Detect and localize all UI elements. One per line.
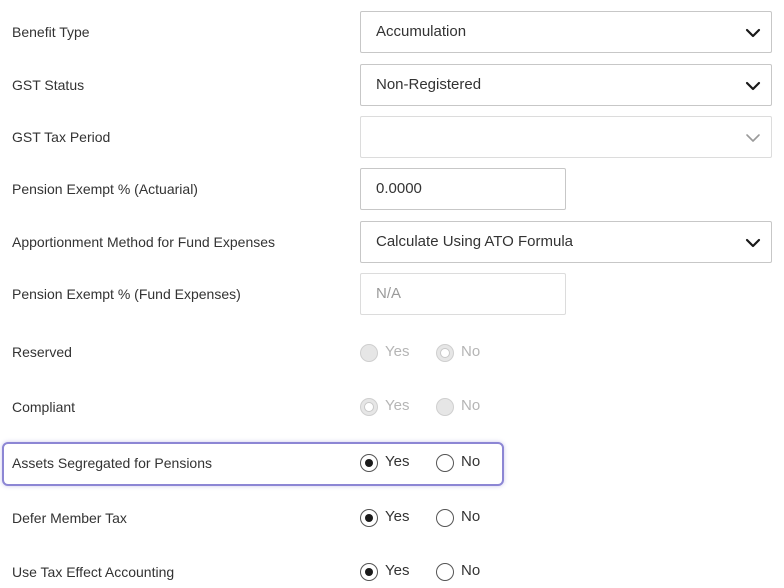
gst-status-select[interactable]: Non-Registered <box>360 64 772 106</box>
benefit-type-value: Accumulation <box>376 23 467 40</box>
chevron-down-icon <box>745 81 761 91</box>
radio-dot <box>365 514 373 522</box>
pension-exempt-actuarial-value: 0.0000 <box>376 180 422 197</box>
reserved-label: Reserved <box>12 344 72 360</box>
defer-member-tax-label: Defer Member Tax <box>12 510 127 526</box>
gst-tax-period-select[interactable] <box>360 116 772 158</box>
chevron-down-icon <box>745 28 761 38</box>
benefit-type-select[interactable]: Accumulation <box>360 11 772 53</box>
radio-dot <box>365 568 373 576</box>
radio-dot <box>440 348 450 358</box>
pension-exempt-fund-expenses-value: N/A <box>376 285 402 302</box>
reserved-yes-label: Yes <box>385 343 410 360</box>
pension-exempt-actuarial-label: Pension Exempt % (Actuarial) <box>12 181 198 197</box>
defer-member-tax-yes-label: Yes <box>385 508 410 525</box>
gst-status-label: GST Status <box>12 77 85 93</box>
defer-member-tax-no-label: No <box>461 508 481 525</box>
radio-dot <box>365 459 373 467</box>
gst-tax-period-label: GST Tax Period <box>12 129 111 145</box>
reserved-no-label: No <box>461 343 481 360</box>
benefit-type-label: Benefit Type <box>12 24 90 40</box>
radio-circle <box>360 509 378 527</box>
compliant-yes-label: Yes <box>385 397 410 414</box>
radio-circle <box>360 344 378 362</box>
pension-exempt-fund-expenses-label: Pension Exempt % (Fund Expenses) <box>12 286 241 302</box>
radio-circle <box>436 398 454 416</box>
tax-effect-accounting-no-label: No <box>461 562 481 579</box>
chevron-down-icon <box>746 134 760 142</box>
tax-effect-accounting-label: Use Tax Effect Accounting <box>12 564 175 580</box>
tax-effect-accounting-yes-label: Yes <box>385 562 410 579</box>
assets-segregated-no-label: No <box>461 453 481 470</box>
chevron-down-icon <box>745 238 761 248</box>
pension-exempt-actuarial-input[interactable]: 0.0000 <box>360 168 566 210</box>
compliant-label: Compliant <box>12 399 76 415</box>
radio-circle <box>360 398 378 416</box>
assets-segregated-label: Assets Segregated for Pensions <box>12 455 213 471</box>
assets-segregated-yes-label: Yes <box>385 453 410 470</box>
apportionment-method-value: Calculate Using ATO Formula <box>376 233 574 250</box>
radio-circle <box>360 454 378 472</box>
settings-form: Benefit Type Accumulation GST Status Non… <box>0 0 784 588</box>
gst-status-value: Non-Registered <box>376 76 482 93</box>
radio-circle <box>436 509 454 527</box>
pension-exempt-fund-expenses-input[interactable]: N/A <box>360 273 566 315</box>
radio-circle <box>436 563 454 581</box>
radio-circle <box>436 344 454 362</box>
radio-circle <box>436 454 454 472</box>
apportionment-method-label: Apportionment Method for Fund Expenses <box>12 234 276 250</box>
apportionment-method-select[interactable]: Calculate Using ATO Formula <box>360 221 772 263</box>
radio-circle <box>360 563 378 581</box>
compliant-no-label: No <box>461 397 481 414</box>
radio-dot <box>364 402 374 412</box>
